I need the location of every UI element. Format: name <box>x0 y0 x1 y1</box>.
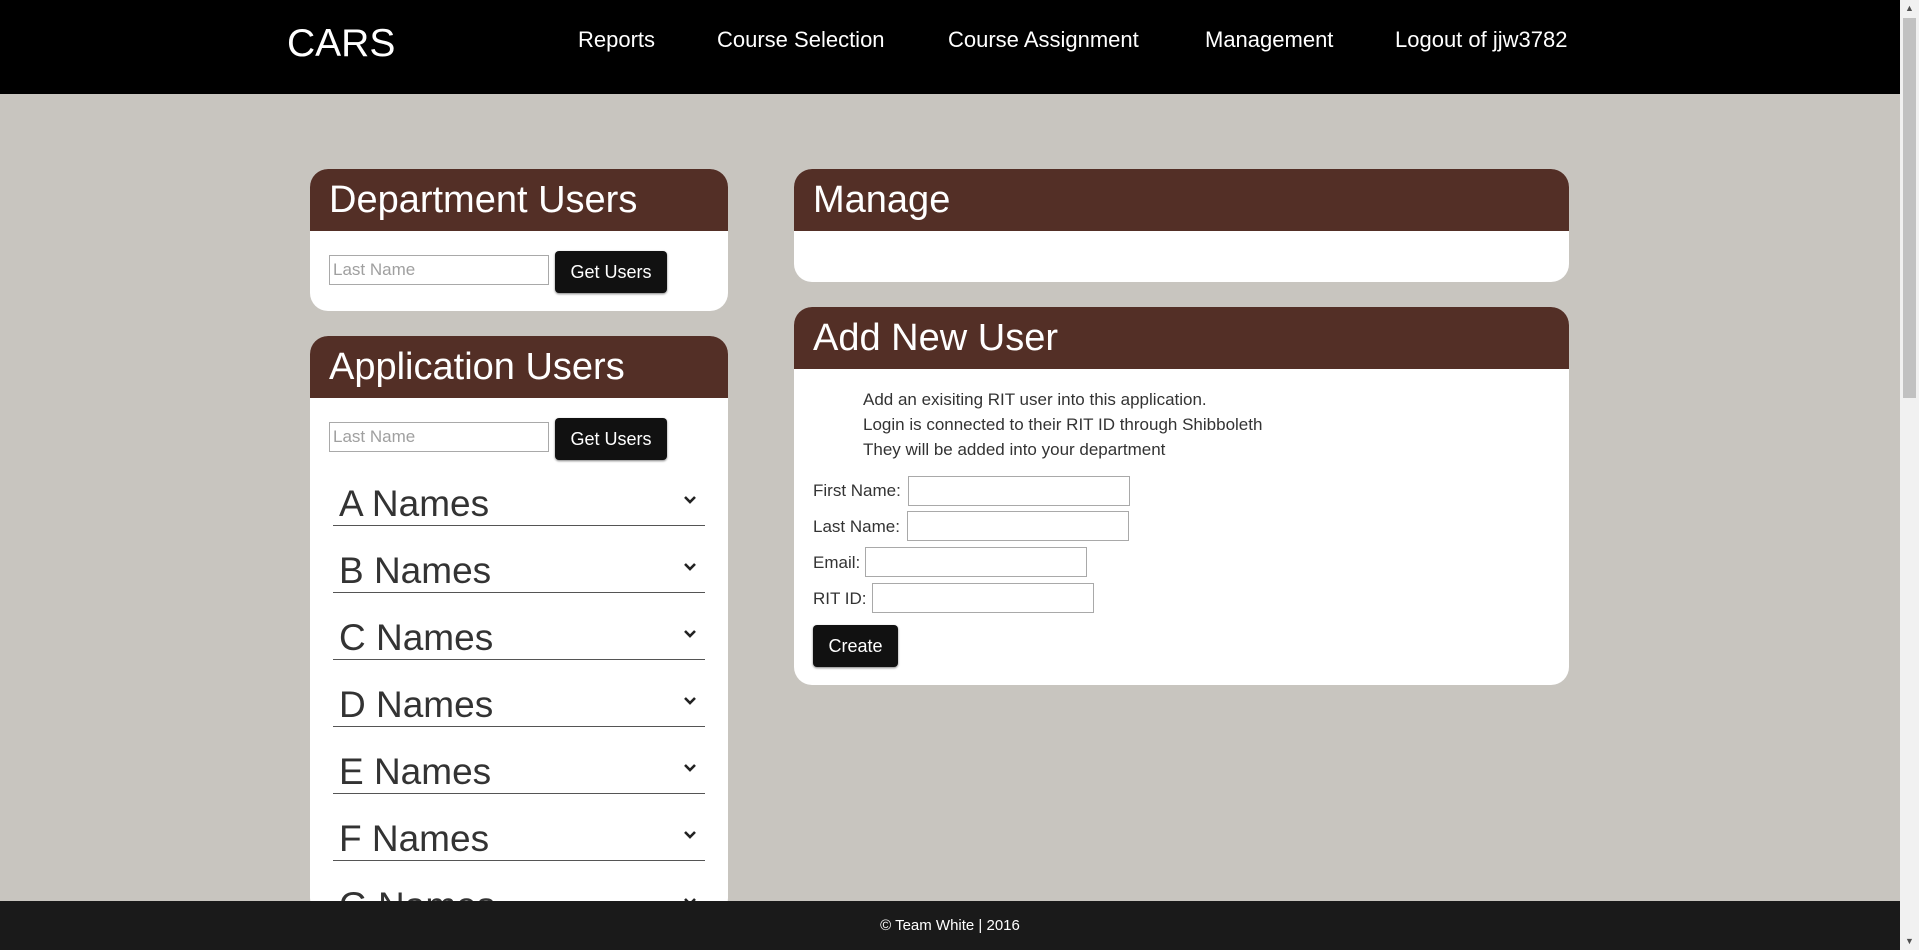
group-c-names[interactable]: C Names <box>333 613 705 660</box>
group-label: F Names <box>339 818 490 859</box>
add-new-user-panel: Add New User Add an exisiting RIT user i… <box>794 307 1569 685</box>
chevron-down-icon <box>684 563 696 571</box>
manage-panel: Manage <box>794 169 1569 282</box>
group-label: D Names <box>339 684 494 725</box>
nav-management[interactable]: Management <box>1205 26 1333 54</box>
department-get-users-button[interactable]: Get Users <box>555 251 667 293</box>
nav-logout[interactable]: Logout of jjw3782 <box>1395 26 1567 54</box>
rit-id-label: RIT ID: <box>813 589 867 608</box>
chevron-down-icon <box>684 630 696 638</box>
group-label: A Names <box>339 483 490 524</box>
manage-title: Manage <box>794 169 1569 231</box>
department-last-name-input[interactable] <box>329 255 549 285</box>
create-user-button[interactable]: Create <box>813 625 898 667</box>
application-users-title: Application Users <box>310 336 728 398</box>
first-name-label: First Name: <box>813 481 901 500</box>
nav-reports[interactable]: Reports <box>578 26 655 54</box>
email-field[interactable] <box>865 547 1087 577</box>
last-name-field[interactable] <box>907 511 1129 541</box>
scroll-up-icon[interactable]: ▲ <box>1900 0 1919 17</box>
add-new-user-title: Add New User <box>794 307 1569 369</box>
top-navbar: CARS Reports Course Selection Course Ass… <box>0 0 1900 94</box>
nav-course-assignment[interactable]: Course Assignment <box>948 26 1139 54</box>
scrollbar-thumb[interactable] <box>1903 18 1916 398</box>
rit-id-field[interactable] <box>872 583 1094 613</box>
department-users-panel: Department Users Get Users <box>310 169 728 311</box>
add-user-description-line: Login is connected to their RIT ID throu… <box>863 415 1263 434</box>
group-e-names[interactable]: E Names <box>333 747 705 794</box>
add-user-description-line: Add an exisiting RIT user into this appl… <box>863 390 1207 409</box>
group-label: B Names <box>339 550 492 591</box>
group-f-names[interactable]: F Names <box>333 814 705 861</box>
chevron-down-icon <box>684 831 696 839</box>
first-name-field[interactable] <box>908 476 1130 506</box>
email-label: Email: <box>813 553 861 572</box>
brand-logo[interactable]: CARS <box>287 22 395 66</box>
application-last-name-input[interactable] <box>329 422 549 452</box>
group-label: E Names <box>339 751 492 792</box>
group-d-names[interactable]: D Names <box>333 680 705 727</box>
department-users-title: Department Users <box>310 169 728 231</box>
vertical-scrollbar[interactable]: ▲ ▼ <box>1900 0 1919 950</box>
footer: © Team White | 2016 <box>0 901 1900 950</box>
group-label: C Names <box>339 617 494 658</box>
group-b-names[interactable]: B Names <box>333 546 705 593</box>
footer-copyright: © Team White | 2016 <box>880 917 1020 934</box>
application-get-users-button[interactable]: Get Users <box>555 418 667 460</box>
scroll-down-icon[interactable]: ▼ <box>1900 933 1919 950</box>
group-a-names[interactable]: A Names <box>333 479 705 526</box>
add-user-description-line: They will be added into your department <box>863 440 1166 459</box>
chevron-down-icon <box>684 764 696 772</box>
nav-course-selection[interactable]: Course Selection <box>717 26 885 54</box>
chevron-down-icon <box>684 697 696 705</box>
chevron-down-icon <box>684 496 696 504</box>
application-users-panel: Application Users Get Users A Names B Na… <box>310 336 728 916</box>
last-name-label: Last Name: <box>813 517 900 536</box>
